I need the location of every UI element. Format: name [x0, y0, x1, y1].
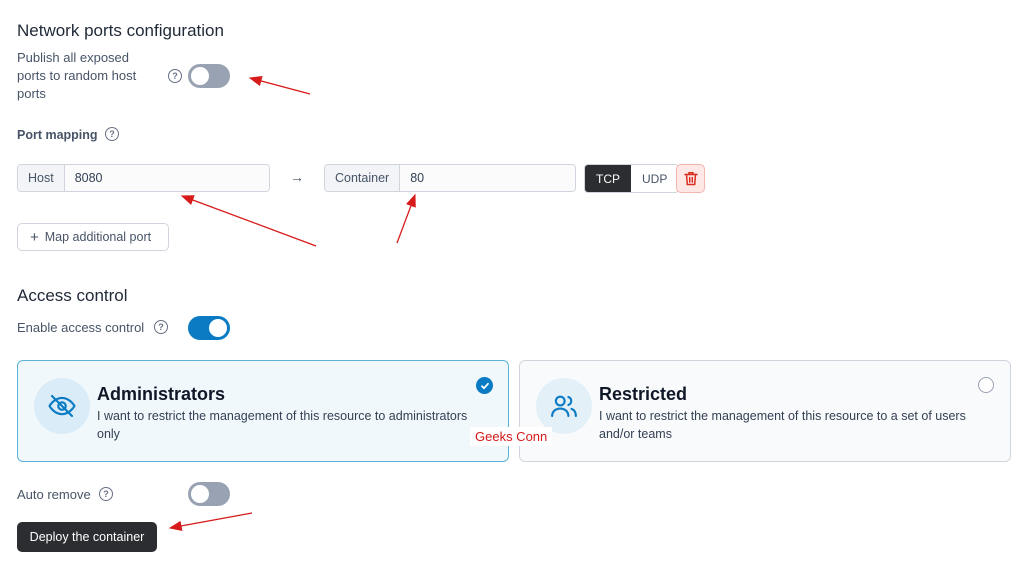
annotation-arrow-publish	[248, 75, 311, 95]
annotation-overlay	[168, 75, 416, 532]
annotation-arrow-deploy	[168, 512, 253, 532]
annotation-arrow-container	[396, 193, 416, 244]
annotation-arrow-host	[180, 195, 317, 247]
